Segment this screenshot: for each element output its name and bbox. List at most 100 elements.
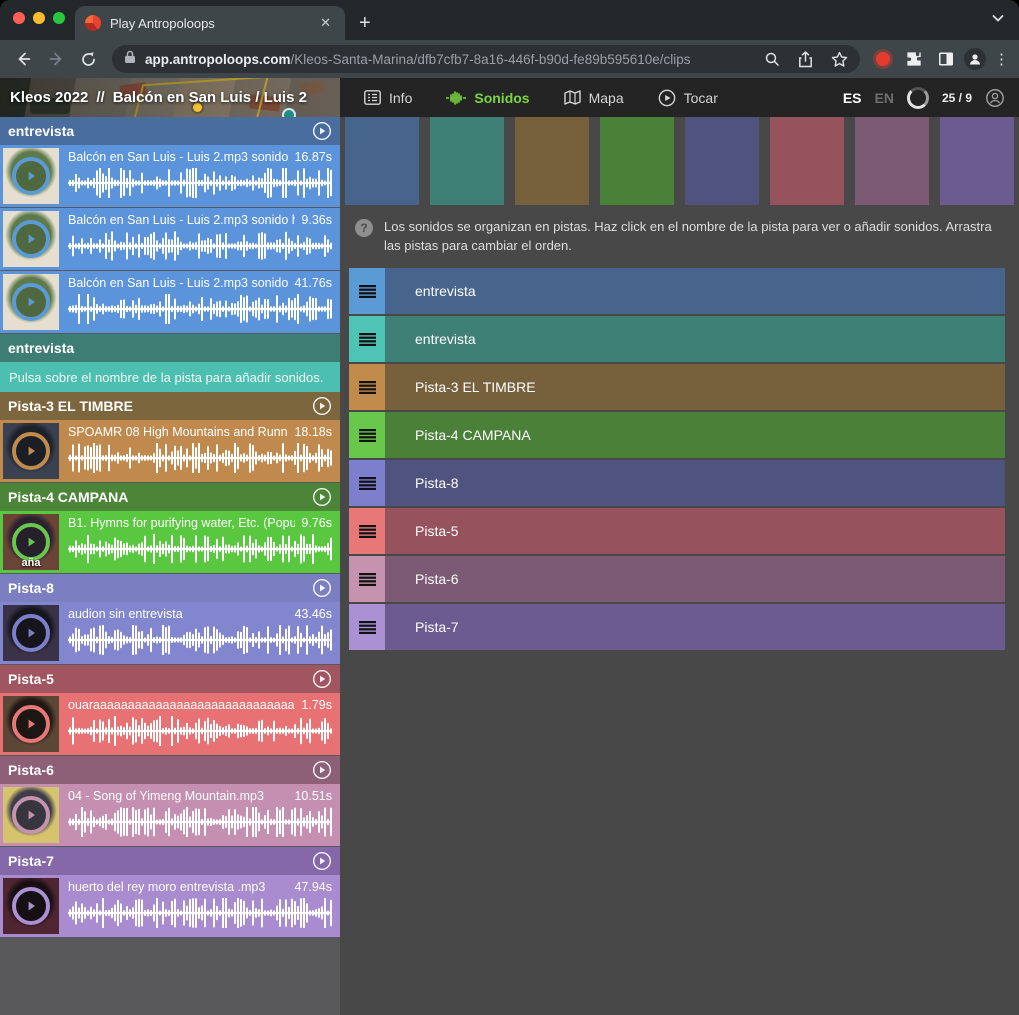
nav-tocar[interactable]: Tocar [658, 89, 718, 107]
reload-button[interactable] [74, 45, 102, 73]
track-header[interactable]: entrevista [0, 117, 340, 145]
lang-es[interactable]: ES [843, 90, 862, 106]
window-controls [13, 12, 65, 24]
track-header[interactable]: Pista-3 EL TIMBRE [0, 392, 340, 420]
play-icon[interactable] [312, 396, 332, 416]
breadcrumb-project[interactable]: Kleos 2022 [10, 89, 88, 106]
play-icon[interactable] [312, 760, 332, 780]
drag-handle[interactable] [349, 604, 385, 650]
loading-spinner-icon [907, 87, 929, 109]
track-header[interactable]: Pista-5 [0, 665, 340, 693]
track-color-swatch [430, 117, 504, 205]
track-row[interactable]: Pista-5 [349, 508, 1005, 554]
track-row-label[interactable]: Pista-4 CAMPANA [385, 412, 1005, 458]
nav-info[interactable]: Info [364, 90, 412, 106]
track-header[interactable]: Pista-4 CAMPANA [0, 483, 340, 511]
recording-extension-icon[interactable] [876, 52, 890, 66]
breadcrumb-title: Balcón en San Luis / Luis 2 [113, 89, 307, 106]
clip-item[interactable]: 04 - Song of Yimeng Mountain.mp310.51s [0, 784, 340, 846]
header-right-controls: ES EN 25 / 9 [843, 87, 1019, 109]
clip-play-button[interactable] [12, 432, 50, 470]
play-icon[interactable] [312, 487, 332, 507]
drag-handle[interactable] [349, 556, 385, 602]
drag-handle[interactable] [349, 364, 385, 410]
drag-handle[interactable] [349, 460, 385, 506]
track-row[interactable]: entrevista [349, 268, 1005, 314]
clip-play-button[interactable] [12, 157, 50, 195]
track-row[interactable]: entrevista [349, 316, 1005, 362]
clip-play-button[interactable] [12, 614, 50, 652]
share-icon[interactable] [798, 51, 813, 68]
nav-sonidos[interactable]: Sonidos [446, 90, 529, 106]
clip-play-button[interactable] [12, 887, 50, 925]
track-header[interactable]: Pista-6 [0, 756, 340, 784]
new-tab-button[interactable]: + [359, 13, 371, 33]
clip-body: Balcón en San Luis - Luis 2.mp3 sonido h… [59, 145, 340, 207]
maximize-window-button[interactable] [53, 12, 65, 24]
track-row-label[interactable]: entrevista [385, 268, 1005, 314]
drag-handle[interactable] [349, 508, 385, 554]
track-row-label[interactable]: Pista-7 [385, 604, 1005, 650]
play-icon[interactable] [312, 851, 332, 871]
clip-item[interactable]: añaB1. Hymns for purifying water, Etc. (… [0, 511, 340, 573]
play-icon[interactable] [312, 578, 332, 598]
track-header[interactable]: entrevista [0, 334, 340, 362]
nav-mapa[interactable]: Mapa [564, 90, 624, 106]
clip-play-button[interactable] [12, 220, 50, 258]
close-window-button[interactable] [13, 12, 25, 24]
tab-title: Play Antropoloops [110, 16, 316, 31]
extensions-puzzle-icon[interactable] [900, 45, 928, 73]
forward-button[interactable] [42, 45, 70, 73]
clip-info: huerto del rey moro entrevista .mp347.94… [68, 880, 332, 894]
track-row[interactable]: Pista-8 [349, 460, 1005, 506]
track-row-label[interactable]: Pista-8 [385, 460, 1005, 506]
lang-en[interactable]: EN [875, 90, 894, 106]
side-panel-icon[interactable] [932, 45, 960, 73]
clip-item[interactable]: Balcón en San Luis - Luis 2.mp3 sonido h… [0, 145, 340, 207]
drag-handle[interactable] [349, 268, 385, 314]
track-row-label[interactable]: Pista-5 [385, 508, 1005, 554]
tab-search-chevron-icon[interactable] [991, 11, 1005, 30]
clip-play-button[interactable] [12, 283, 50, 321]
track-row-label[interactable]: Pista-6 [385, 556, 1005, 602]
drag-handle[interactable] [349, 316, 385, 362]
clip-item[interactable]: audion sin entrevista43.46s [0, 602, 340, 664]
clip-waveform [68, 625, 332, 655]
drag-handle[interactable] [349, 412, 385, 458]
clip-item[interactable]: SPOAMR 08 High Mountains and Running ...… [0, 420, 340, 482]
play-icon[interactable] [312, 121, 332, 141]
clip-body: B1. Hymns for purifying water, Etc. (Pop… [59, 511, 340, 573]
play-icon[interactable] [312, 669, 332, 689]
clip-item[interactable]: Balcón en San Luis - Luis 2.mp3 sonido h… [0, 271, 340, 333]
clip-title: ouaraaaaaaaaaaaaaaaaaaaaaaaaaaaaaaaaaaa.… [68, 698, 295, 712]
clip-item[interactable]: ouaraaaaaaaaaaaaaaaaaaaaaaaaaaaaaaaaaaa.… [0, 693, 340, 755]
zoom-icon[interactable] [764, 51, 780, 67]
clip-body: Balcón en San Luis - Luis 2.mp3 sonido h… [59, 208, 340, 270]
minimize-window-button[interactable] [33, 12, 45, 24]
clip-play-button[interactable] [12, 705, 50, 743]
track-row[interactable]: Pista-4 CAMPANA [349, 412, 1005, 458]
clip-play-button[interactable] [12, 796, 50, 834]
track-name: Pista-8 [8, 580, 312, 596]
clip-play-button[interactable] [12, 523, 50, 561]
track-row[interactable]: Pista-7 [349, 604, 1005, 650]
lock-icon[interactable] [124, 50, 136, 69]
browser-profile-avatar[interactable] [964, 48, 986, 70]
track-header[interactable]: Pista-8 [0, 574, 340, 602]
track-header[interactable]: Pista-7 [0, 847, 340, 875]
track-row[interactable]: Pista-6 [349, 556, 1005, 602]
browser-menu-kebab-icon[interactable]: ⋮ [994, 50, 1009, 68]
bookmark-star-icon[interactable] [831, 51, 848, 68]
back-button[interactable] [10, 45, 38, 73]
track-row-label[interactable]: entrevista [385, 316, 1005, 362]
address-bar[interactable]: app.antropoloops.com/Kleos-Santa-Marina/… [112, 45, 860, 73]
loaded-counter: 25 / 9 [942, 91, 972, 105]
tab-close-icon[interactable]: ✕ [316, 13, 335, 33]
clip-item[interactable]: huerto del rey moro entrevista .mp347.94… [0, 875, 340, 937]
sidebar-empty-area [0, 938, 340, 1015]
track-row-label[interactable]: Pista-3 EL TIMBRE [385, 364, 1005, 410]
browser-tab[interactable]: Play Antropoloops ✕ [75, 6, 345, 40]
account-icon[interactable] [985, 88, 1005, 108]
clip-item[interactable]: Balcón en San Luis - Luis 2.mp3 sonido h… [0, 208, 340, 270]
track-row[interactable]: Pista-3 EL TIMBRE [349, 364, 1005, 410]
